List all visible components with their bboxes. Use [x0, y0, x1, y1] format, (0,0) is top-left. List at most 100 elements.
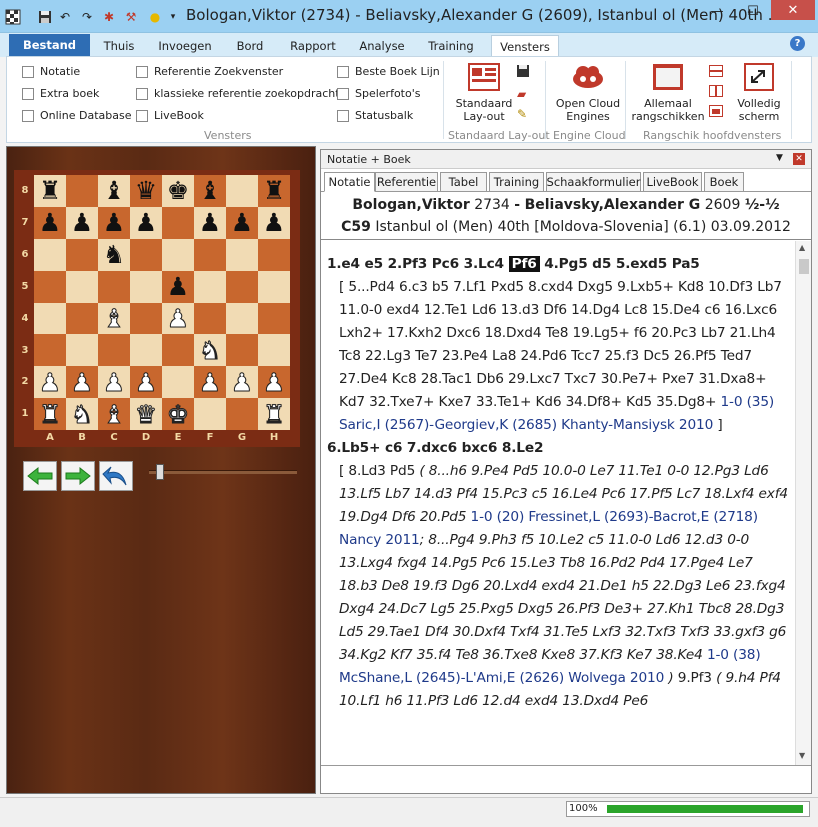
square-e8[interactable]: ♚	[162, 175, 194, 207]
quick-access-dropdown-icon[interactable]: ▾	[164, 8, 182, 26]
checkbox-spelerfotos[interactable]: Spelerfoto's	[337, 87, 420, 100]
checkbox-statusbalk[interactable]: Statusbalk	[337, 109, 413, 122]
square-f1[interactable]	[194, 398, 226, 431]
scroll-thumb[interactable]	[799, 259, 809, 274]
white-bishop-icon[interactable]: ♝	[102, 306, 125, 332]
square-e6[interactable]	[162, 238, 194, 271]
square-d4[interactable]	[130, 302, 162, 335]
square-d8[interactable]: ♛	[130, 175, 162, 207]
square-a2[interactable]: ♟	[34, 366, 66, 399]
black-pawn-icon[interactable]: ♟	[231, 210, 253, 235]
square-b3[interactable]	[66, 334, 98, 367]
square-a6[interactable]	[34, 238, 66, 271]
main-line-1[interactable]: 1.e4 e5 2.Pf3 Pc6 3.Lc4 Pf6 4.Pg5 d5 5.e…	[327, 253, 789, 276]
tab-schaakformulier[interactable]: Schaakformulier	[546, 172, 641, 192]
square-e5[interactable]: ♟	[162, 270, 194, 303]
current-move[interactable]: Pf6	[508, 256, 540, 272]
square-e7[interactable]	[162, 206, 194, 239]
square-e3[interactable]	[162, 334, 194, 367]
save-icon[interactable]	[36, 8, 54, 26]
square-b6[interactable]	[66, 238, 98, 271]
checkbox-extra-boek[interactable]: Extra boek	[22, 87, 99, 100]
tab-livebook[interactable]: LiveBook	[643, 172, 702, 192]
tile-vertical-icon[interactable]	[708, 84, 724, 100]
square-b5[interactable]	[66, 270, 98, 303]
black-pawn-icon[interactable]: ♟	[71, 210, 93, 235]
square-g4[interactable]	[226, 302, 258, 335]
volledig-scherm-button[interactable]: Volledig scherm	[731, 63, 787, 123]
white-pawn-icon[interactable]: ♟	[198, 369, 221, 395]
white-pawn-icon[interactable]: ♟	[38, 369, 61, 395]
square-a8[interactable]: ♜	[34, 175, 66, 207]
square-e4[interactable]: ♟	[162, 302, 194, 335]
white-rook-icon[interactable]: ♜	[262, 401, 285, 427]
black-pawn-icon[interactable]: ♟	[103, 210, 125, 235]
white-bishop-icon[interactable]: ♝	[102, 401, 125, 427]
checkbox-livebook[interactable]: LiveBook	[136, 109, 204, 122]
move-list-scrollbar[interactable]: ▲ ▼	[795, 241, 811, 765]
tile-horizontal-icon[interactable]	[708, 64, 724, 80]
square-d7[interactable]: ♟	[130, 206, 162, 239]
black-pawn-icon[interactable]: ♟	[263, 210, 285, 235]
square-g7[interactable]: ♟	[226, 206, 258, 239]
checkbox-beste-boek-lijn[interactable]: Beste Boek Lijn	[337, 65, 440, 78]
square-d5[interactable]	[130, 270, 162, 303]
lightbulb-icon[interactable]: ●	[146, 8, 164, 26]
square-d3[interactable]	[130, 334, 162, 367]
square-c8[interactable]: ♝	[98, 175, 130, 207]
square-b4[interactable]	[66, 302, 98, 335]
square-d1[interactable]: ♛	[130, 398, 162, 431]
tab-thuis[interactable]: Thuis	[97, 35, 141, 57]
square-f4[interactable]	[194, 302, 226, 335]
square-g6[interactable]	[226, 238, 258, 271]
black-rook-icon[interactable]: ♜	[39, 178, 61, 203]
help-icon[interactable]: ?	[790, 36, 805, 51]
maximize-button[interactable]: ☐	[738, 1, 768, 21]
square-a5[interactable]	[34, 270, 66, 303]
tab-rapport[interactable]: Rapport	[285, 35, 341, 57]
variation-1[interactable]: [ 5...Pd4 6.c3 b5 7.Lf1 Pxd5 8.cxd4 Dxg5…	[327, 276, 789, 437]
black-pawn-icon[interactable]: ♟	[39, 210, 61, 235]
minimize-button[interactable]: —	[702, 1, 732, 21]
white-rook-icon[interactable]: ♜	[38, 401, 61, 427]
checkbox-klassieke-referentie[interactable]: klassieke referentie zoekopdracht	[136, 87, 340, 100]
square-c6[interactable]: ♞	[98, 238, 130, 271]
black-bishop-icon[interactable]: ♝	[103, 178, 125, 203]
close-button[interactable]: ✕	[771, 0, 815, 20]
take-back-button[interactable]	[99, 461, 133, 491]
square-b1[interactable]: ♞	[66, 398, 98, 431]
engine-icon[interactable]: ✱	[100, 8, 118, 26]
chess-board[interactable]: ♜ ♝ ♛ ♚ ♝ ♜ ♟ ♟ ♟ ♟ ♟ ♟ ♟ ♞ ♟ ♝ ♟ ♞ ♟ ♟ ♟ ♟ ♟ ♟ ♟ ♜ ♞ ♝ ♛ ♚ ♜	[34, 175, 290, 431]
square-f6[interactable]	[194, 238, 226, 271]
square-b8[interactable]	[66, 175, 98, 207]
square-a7[interactable]: ♟	[34, 206, 66, 239]
move-list[interactable]: 1.e4 e5 2.Pf3 Pc6 3.Lc4 Pf6 4.Pg5 d5 5.e…	[321, 241, 795, 765]
black-pawn-icon[interactable]: ♟	[199, 210, 221, 235]
white-knight-icon[interactable]: ♞	[70, 401, 93, 427]
square-g5[interactable]	[226, 270, 258, 303]
tab-vensters[interactable]: Vensters	[491, 35, 559, 57]
white-knight-icon[interactable]: ♞	[198, 337, 221, 363]
tab-training-notation[interactable]: Training	[489, 172, 544, 192]
move-slider-thumb[interactable]	[156, 464, 164, 480]
square-h8[interactable]: ♜	[258, 175, 290, 207]
square-c5[interactable]	[98, 270, 130, 303]
square-h5[interactable]	[258, 270, 290, 303]
next-move-button[interactable]	[61, 461, 95, 491]
square-d2[interactable]: ♟	[130, 366, 162, 399]
checkbox-referentie-zoekvenster[interactable]: Referentie Zoekvenster	[136, 65, 283, 78]
main-line-2[interactable]: 6.Lb5+ c6 7.dxc6 bxc6 8.Le2	[327, 437, 789, 460]
tab-bestand[interactable]: Bestand	[9, 34, 90, 56]
tab-referentie[interactable]: Referentie	[375, 172, 438, 192]
checkbox-notatie[interactable]: Notatie	[22, 65, 80, 78]
square-f5[interactable]	[194, 270, 226, 303]
white-pawn-icon[interactable]: ♟	[70, 369, 93, 395]
save-layout-icon[interactable]	[517, 65, 529, 80]
redo-icon[interactable]: ↷	[78, 8, 96, 26]
black-pawn-icon[interactable]: ♟	[167, 274, 189, 299]
panel-dropdown-icon[interactable]: ▼	[776, 153, 783, 163]
tab-notatie[interactable]: Notatie	[324, 172, 375, 192]
square-g3[interactable]	[226, 334, 258, 367]
square-a4[interactable]	[34, 302, 66, 335]
square-c2[interactable]: ♟	[98, 366, 130, 399]
